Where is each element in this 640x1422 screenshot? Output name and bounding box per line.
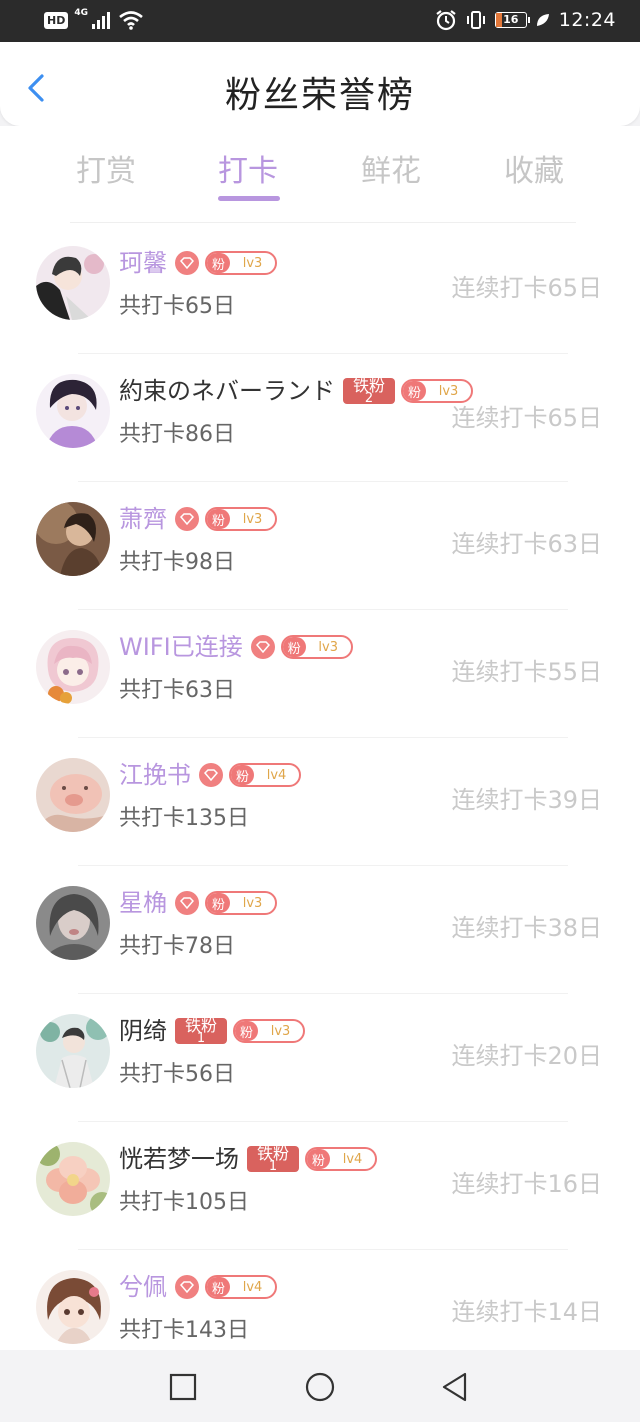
fan-level-badge: 粉 lv3: [205, 507, 277, 531]
avatar[interactable]: [36, 630, 110, 704]
avatar[interactable]: [36, 246, 110, 320]
fan-level-badge: 粉 lv3: [205, 891, 277, 915]
streak-checkins: 连续打卡16日: [451, 1170, 602, 1198]
recents-button[interactable]: [166, 1370, 200, 1404]
diamond-badge-icon: [175, 507, 199, 531]
streak-checkins: 连续打卡63日: [451, 530, 602, 558]
streak-checkins: 连续打卡38日: [451, 914, 602, 942]
leaf-icon: [536, 14, 549, 26]
streak-checkins: 连续打卡65日: [451, 404, 602, 432]
streak-checkins: 连续打卡39日: [451, 786, 602, 814]
list-item[interactable]: 星桷 粉 lv3 共打卡78日 连续打卡38日: [0, 866, 640, 994]
total-checkins: 共打卡65日: [119, 294, 235, 319]
page-title: 粉丝荣誉榜: [224, 75, 415, 116]
diamond-badge-icon: [250, 635, 275, 659]
status-bar: HD 4G 16 12:24: [0, 0, 640, 42]
divider: [70, 222, 576, 223]
tab-favorites[interactable]: 收藏: [484, 146, 584, 190]
user-name: 恍若梦一场: [119, 1145, 239, 1173]
total-checkins: 共打卡56日: [119, 1062, 235, 1087]
list-item[interactable]: WIFI已连接 粉 lv3 共打卡63日 连续打卡55日: [0, 610, 640, 738]
tab-flowers[interactable]: 鲜花: [341, 146, 441, 190]
active-tab-indicator: [218, 196, 280, 201]
alarm-icon: [436, 10, 456, 31]
network-type: 4G: [74, 8, 88, 18]
square-icon: [169, 1373, 197, 1401]
iron-fan-badge: 铁粉 2: [343, 378, 395, 404]
diamond-badge-icon: [175, 251, 199, 275]
fan-level-badge: 粉 lv3: [205, 251, 277, 275]
tab-bar: 打赏 打卡 鲜花 收藏: [0, 126, 640, 223]
battery-icon: 16: [494, 12, 530, 28]
clock: 12:24: [558, 9, 616, 31]
fan-list: 珂馨 粉 lv3 共打卡65日 连续打卡65日 約束のネバーランド 铁粉 2 粉…: [0, 226, 640, 1350]
fan-level-badge: 粉 lv3: [233, 1019, 305, 1043]
hd-indicator: HD: [44, 11, 69, 29]
wifi-icon: [119, 11, 143, 30]
total-checkins: 共打卡143日: [119, 1318, 249, 1343]
user-name: 約束のネバーランド: [119, 377, 335, 405]
list-item[interactable]: 恍若梦一场 铁粉 1 粉 lv4 共打卡105日 连续打卡16日: [0, 1122, 640, 1250]
fan-level-badge: 粉 lv4: [305, 1147, 377, 1171]
fan-level-badge: 粉 lv4: [229, 763, 301, 787]
avatar[interactable]: [36, 886, 110, 960]
total-checkins: 共打卡105日: [119, 1190, 249, 1215]
total-checkins: 共打卡98日: [119, 550, 235, 575]
tab-tip[interactable]: 打赏: [56, 146, 156, 190]
diamond-badge-icon: [175, 891, 199, 915]
list-item[interactable]: 兮佩 粉 lv4 共打卡143日 连续打卡14日: [0, 1250, 640, 1350]
fan-level-badge: 粉 lv3: [280, 635, 353, 659]
avatar[interactable]: [36, 758, 110, 832]
circle-icon: [305, 1372, 335, 1402]
back-nav-button[interactable]: [438, 1370, 472, 1404]
avatar[interactable]: [36, 1142, 110, 1216]
list-item[interactable]: 約束のネバーランド 铁粉 2 粉 lv3 共打卡86日 连续打卡65日: [0, 354, 640, 482]
streak-checkins: 连续打卡55日: [451, 658, 602, 686]
diamond-badge-icon: [199, 763, 223, 787]
streak-checkins: 连续打卡20日: [451, 1042, 602, 1070]
iron-fan-badge: 铁粉 1: [175, 1018, 227, 1044]
triangle-back-icon: [442, 1372, 467, 1402]
signal-icon: [92, 12, 110, 29]
avatar[interactable]: [36, 1014, 110, 1088]
list-item[interactable]: 阴绮 铁粉 1 粉 lv3 共打卡56日 连续打卡20日: [0, 994, 640, 1122]
vibrate-icon: [466, 11, 485, 29]
fan-level-badge: 粉 lv4: [205, 1275, 277, 1299]
user-name: 阴绮: [119, 1017, 167, 1045]
tab-checkin[interactable]: 打卡: [198, 146, 298, 190]
user-name: 珂馨: [119, 249, 167, 277]
avatar[interactable]: [36, 502, 110, 576]
system-nav-bar: [0, 1350, 640, 1422]
total-checkins: 共打卡63日: [119, 678, 235, 703]
diamond-badge-icon: [175, 1275, 199, 1299]
user-name: 萧齊: [119, 505, 167, 533]
user-name: 兮佩: [119, 1273, 167, 1301]
list-item[interactable]: 萧齊 粉 lv3 共打卡98日 连续打卡63日: [0, 482, 640, 610]
total-checkins: 共打卡135日: [119, 806, 249, 831]
home-button[interactable]: [303, 1370, 337, 1404]
list-item[interactable]: 珂馨 粉 lv3 共打卡65日 连续打卡65日: [0, 226, 640, 354]
user-name: 星桷: [119, 889, 167, 917]
streak-checkins: 连续打卡65日: [451, 274, 602, 302]
streak-checkins: 连续打卡14日: [451, 1298, 602, 1326]
avatar[interactable]: [36, 374, 110, 448]
list-item[interactable]: 江挽书 粉 lv4 共打卡135日 连续打卡39日: [0, 738, 640, 866]
avatar[interactable]: [36, 1270, 110, 1344]
iron-fan-badge: 铁粉 1: [247, 1146, 299, 1172]
user-name: 江挽书: [119, 761, 191, 789]
total-checkins: 共打卡86日: [119, 422, 235, 447]
user-name: WIFI已连接: [119, 633, 243, 661]
content-panel: 打赏 打卡 鲜花 收藏 珂馨 粉 lv3 共打卡65日 连续打卡65日 約束のネ…: [0, 126, 640, 1350]
header: 粉丝荣誉榜: [0, 42, 640, 126]
total-checkins: 共打卡78日: [119, 934, 235, 959]
